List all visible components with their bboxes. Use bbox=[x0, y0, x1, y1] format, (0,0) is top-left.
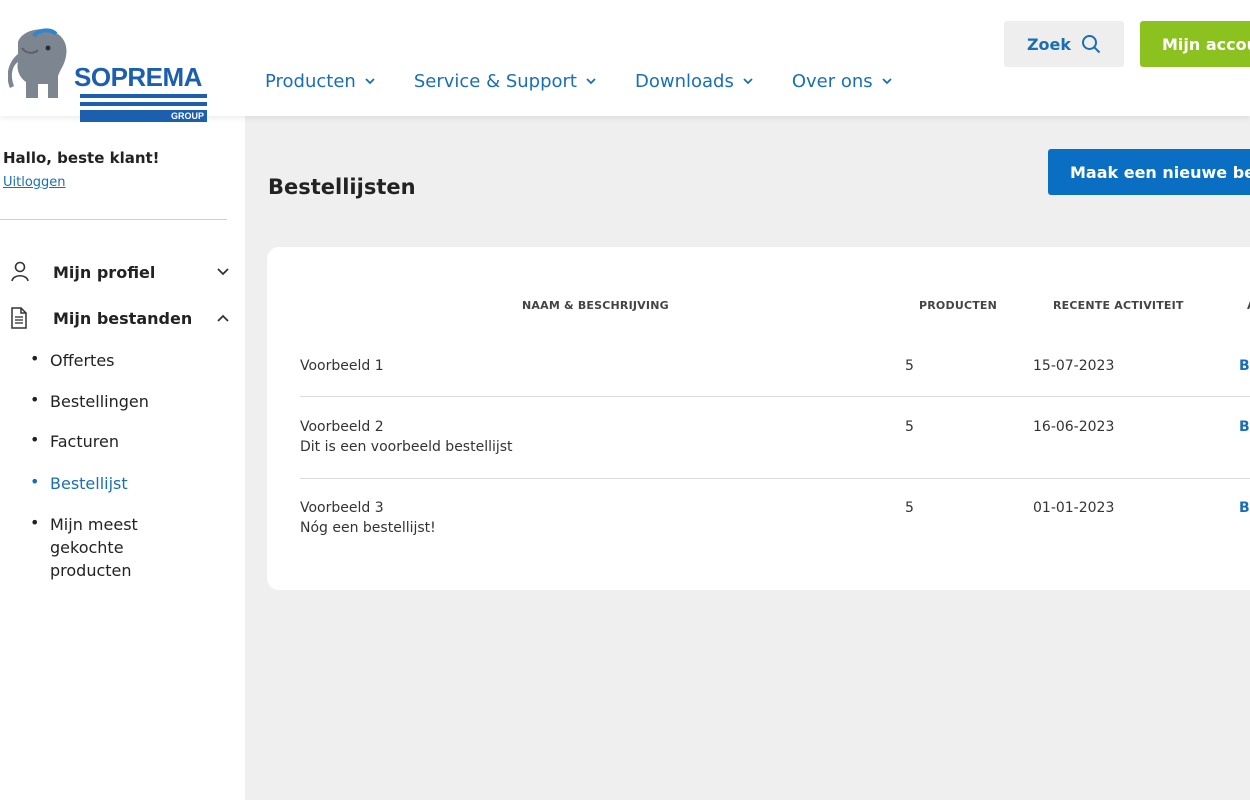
row-divider bbox=[300, 478, 1250, 479]
bullet: • bbox=[30, 472, 40, 491]
chevron-up-icon bbox=[217, 314, 229, 322]
new-order-list-label: Maak een nieuwe beste bbox=[1070, 162, 1250, 182]
chevron-down-icon bbox=[743, 78, 753, 85]
bullet: • bbox=[30, 430, 40, 449]
sidebar-subitem-label: Bestellijst bbox=[50, 474, 128, 493]
nav-producten[interactable]: Producten bbox=[265, 66, 376, 96]
row-activity: 15-07-2023 bbox=[1033, 358, 1115, 374]
row-divider bbox=[300, 396, 1250, 397]
nav-downloads[interactable]: Downloads bbox=[635, 66, 754, 96]
logo-subtext: GROUP bbox=[80, 110, 207, 122]
nav-label: Service & Support bbox=[413, 70, 577, 92]
soprema-logo[interactable]: SOPREMA GROUP bbox=[8, 24, 207, 122]
row-description: Dit is een voorbeeld bestellijst bbox=[300, 439, 513, 455]
account-label: Mijn accou bbox=[1162, 34, 1250, 54]
chevron-down-icon bbox=[365, 78, 375, 85]
sidebar-item-mijn-profiel[interactable]: Mijn profiel bbox=[0, 257, 240, 287]
row-products: 5 bbox=[905, 419, 914, 435]
sidebar-subitem-label: Offertes bbox=[50, 351, 115, 370]
bullet: • bbox=[30, 349, 40, 368]
row-description: Nóg een bestellijst! bbox=[300, 520, 436, 536]
logout-link[interactable]: Uitloggen bbox=[3, 175, 66, 190]
nav-label: Producten bbox=[265, 70, 356, 92]
row-action-link[interactable]: Be bbox=[1239, 419, 1250, 435]
sidebar-item-mijn-bestanden[interactable]: Mijn bestanden bbox=[0, 303, 240, 333]
sidebar-subitem-label: Mijn meest gekochte producten bbox=[50, 515, 138, 580]
search-icon bbox=[1082, 35, 1101, 54]
row-products: 5 bbox=[905, 358, 914, 374]
row-products: 5 bbox=[905, 500, 914, 516]
logo-stripe bbox=[80, 94, 207, 98]
new-order-list-button[interactable]: Maak een nieuwe beste bbox=[1048, 149, 1250, 195]
greeting-text: Hallo, beste klant! bbox=[3, 149, 160, 167]
main-nav: Producten Service & Support Downloads Ov… bbox=[265, 66, 931, 96]
my-account-button[interactable]: Mijn accou bbox=[1140, 21, 1250, 67]
row-activity: 01-01-2023 bbox=[1033, 500, 1115, 516]
search-label: Zoek bbox=[1026, 34, 1072, 54]
nav-over-ons[interactable]: Over ons bbox=[792, 66, 893, 96]
row-name: Voorbeeld 2 bbox=[300, 419, 384, 435]
column-header-activity: RECENTE ACTIVITEIT bbox=[1053, 299, 1184, 312]
elephant-logo-icon bbox=[8, 28, 67, 98]
sidebar-subitem-label: Facturen bbox=[50, 432, 119, 451]
row-action-link[interactable]: Be bbox=[1239, 358, 1250, 374]
user-icon bbox=[11, 261, 29, 282]
row-name: Voorbeeld 1 bbox=[300, 358, 384, 374]
nav-label: Downloads bbox=[635, 70, 734, 92]
page-title: Bestellijsten bbox=[268, 175, 416, 199]
account-sidebar: Hallo, beste klant! Uitloggen Mijn profi… bbox=[0, 116, 245, 800]
chevron-down-icon bbox=[586, 78, 596, 85]
sidebar-subitem-label: Bestellingen bbox=[50, 392, 149, 411]
sidebar-divider bbox=[0, 219, 227, 220]
site-header: SOPREMA GROUP Producten Service & Suppor… bbox=[0, 0, 1250, 122]
order-lists-table: NAAM & BESCHRIJVING PRODUCTEN RECENTE AC… bbox=[267, 247, 1250, 590]
nav-service-support[interactable]: Service & Support bbox=[414, 66, 597, 96]
bullet: • bbox=[30, 390, 40, 409]
document-icon bbox=[11, 307, 27, 329]
chevron-down-icon bbox=[882, 78, 892, 85]
sidebar-item-label: Mijn bestanden bbox=[53, 308, 193, 328]
logo-stripe bbox=[80, 102, 207, 106]
bullet: • bbox=[30, 513, 40, 532]
column-header-name: NAAM & BESCHRIJVING bbox=[522, 299, 669, 312]
chevron-down-icon bbox=[217, 268, 229, 276]
row-action-link[interactable]: Be bbox=[1239, 500, 1250, 516]
sidebar-item-label: Mijn profiel bbox=[53, 262, 156, 282]
column-header-products: PRODUCTEN bbox=[919, 299, 998, 312]
row-activity: 16-06-2023 bbox=[1033, 419, 1115, 435]
nav-label: Over ons bbox=[791, 70, 873, 92]
row-name: Voorbeeld 3 bbox=[300, 500, 384, 516]
search-button[interactable]: Zoek bbox=[1004, 21, 1124, 67]
logo-wordmark: SOPREMA bbox=[74, 62, 202, 92]
